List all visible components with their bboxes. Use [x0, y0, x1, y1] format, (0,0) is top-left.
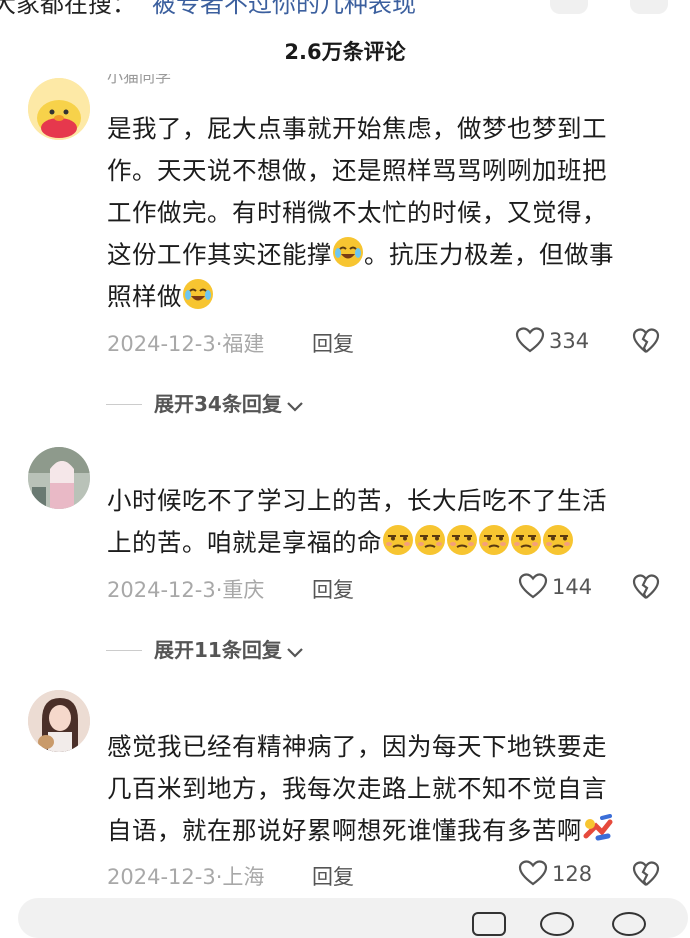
reply-button[interactable]: 回复	[312, 328, 354, 358]
comment-location: 重庆	[222, 578, 265, 602]
comments-count-title: 2.6万条评论	[284, 40, 406, 64]
unamused-emoji-icon	[543, 525, 573, 555]
comment-line-part: 上的苦。咱就是享福的命	[107, 528, 382, 557]
avatar-duck-icon	[28, 78, 90, 140]
broken-heart-icon[interactable]	[632, 327, 660, 355]
search-suggestion-link[interactable]: 被专者不过你的几种表现	[152, 0, 416, 18]
heart-icon	[518, 573, 548, 599]
like-button[interactable]: 334	[515, 326, 589, 354]
chevron-down-icon	[287, 402, 303, 412]
comment-text: 是我了，屁大点事就开始焦虑，做梦也梦到工 作。天天说不想做，还是照样骂骂咧咧加班…	[107, 108, 667, 318]
comment-line-part: 这份工作其实还能撑	[107, 240, 332, 269]
emoji-picker-icon[interactable]	[612, 912, 646, 936]
comment-date: 2024-12-3	[107, 578, 216, 602]
comment-location: 上海	[222, 865, 265, 889]
comment-line-part: 照样做	[107, 282, 182, 311]
unamused-emoji-icon	[383, 525, 413, 555]
unamused-emoji-icon	[479, 525, 509, 555]
broken-heart-icon[interactable]	[632, 860, 660, 888]
comment-date: 2024-12-3	[107, 332, 216, 356]
crying-laugh-emoji-icon	[183, 279, 213, 309]
unamused-emoji-icon	[447, 525, 477, 555]
like-count: 144	[552, 575, 593, 599]
username[interactable]: 小猫同学	[107, 74, 171, 90]
comment-line-part: 自语，就在那说好累啊想死谁懂我有多苦啊	[107, 816, 582, 845]
image-icon[interactable]	[472, 912, 506, 936]
expand-replies-button[interactable]: 展开34条回复	[106, 388, 304, 417]
comment-line: 小时候吃不了学习上的苦，长大后吃不了生活	[107, 486, 607, 515]
expand-replies-label: 展开34条回复	[154, 392, 282, 416]
heart-icon	[518, 860, 548, 886]
unamused-emoji-icon	[415, 525, 445, 555]
search-suggestion[interactable]: 大家都在搜： 被专者不过你的几种表现	[0, 0, 416, 19]
comment-line: 作。天天说不想做，还是照样骂骂咧咧加班把	[107, 156, 607, 185]
comment-meta: 2024-12-3·福建	[107, 328, 264, 358]
like-button[interactable]: 128	[518, 859, 592, 887]
comment-line: 自语，就在那说好累啊想死谁懂我有多苦啊	[107, 810, 667, 852]
broken-heart-icon[interactable]	[632, 573, 660, 601]
heart-icon	[515, 327, 545, 353]
comment-line: 这份工作其实还能撑 。抗压力极差，但做事	[107, 234, 667, 276]
avatar[interactable]	[28, 78, 90, 140]
comment-location: 福建	[222, 332, 265, 356]
avatar-photo-icon	[28, 690, 90, 752]
expand-replies-label: 展开11条回复	[154, 638, 282, 662]
like-count: 334	[549, 329, 590, 353]
divider	[106, 404, 142, 405]
chevron-down-icon	[287, 648, 303, 658]
search-suggestion-prefix: 大家都在搜：	[0, 0, 136, 18]
like-count: 128	[552, 862, 593, 886]
top-search-strip: 大家都在搜： 被专者不过你的几种表现	[0, 0, 690, 22]
comment-line: 上的苦。咱就是享福的命	[107, 522, 667, 564]
avatar[interactable]	[28, 690, 90, 752]
comment-line: 几百米到地方，我每次走路上就不知不觉自言	[107, 774, 607, 803]
unamused-emoji-icon	[511, 525, 541, 555]
comment-input-bar[interactable]	[18, 898, 688, 938]
comment-line: 工作做完。有时稍微不太忙的时候，又觉得，	[107, 198, 607, 227]
comment-date: 2024-12-3	[107, 865, 216, 889]
comment-text: 小时候吃不了学习上的苦，长大后吃不了生活 上的苦。咱就是享福的命	[107, 480, 667, 564]
comment-line-part: 。抗压力极差，但做事	[364, 240, 614, 269]
comment-line: 感觉我已经有精神病了，因为每天下地铁要走	[107, 732, 607, 761]
comment-meta: 2024-12-3·重庆	[107, 574, 264, 604]
comment-text: 感觉我已经有精神病了，因为每天下地铁要走 几百米到地方，我每次走路上就不知不觉自…	[107, 726, 667, 852]
reply-button[interactable]: 回复	[312, 574, 354, 604]
avatar[interactable]	[28, 447, 90, 509]
like-button[interactable]: 144	[518, 572, 592, 600]
expand-replies-button[interactable]: 展开11条回复	[106, 634, 304, 663]
collapsed-figure-emoji-icon	[583, 814, 613, 841]
comment-meta: 2024-12-3·上海	[107, 861, 264, 891]
close-icon[interactable]	[630, 0, 668, 14]
crying-laugh-emoji-icon	[333, 237, 363, 267]
comment-line: 照样做	[107, 276, 667, 318]
divider	[106, 650, 142, 651]
comment-line: 是我了，屁大点事就开始焦虑，做梦也梦到工	[107, 114, 607, 143]
reply-button[interactable]: 回复	[312, 861, 354, 891]
at-mention-icon[interactable]	[540, 912, 574, 936]
search-icon[interactable]	[550, 0, 588, 14]
avatar-photo-icon	[28, 447, 90, 509]
